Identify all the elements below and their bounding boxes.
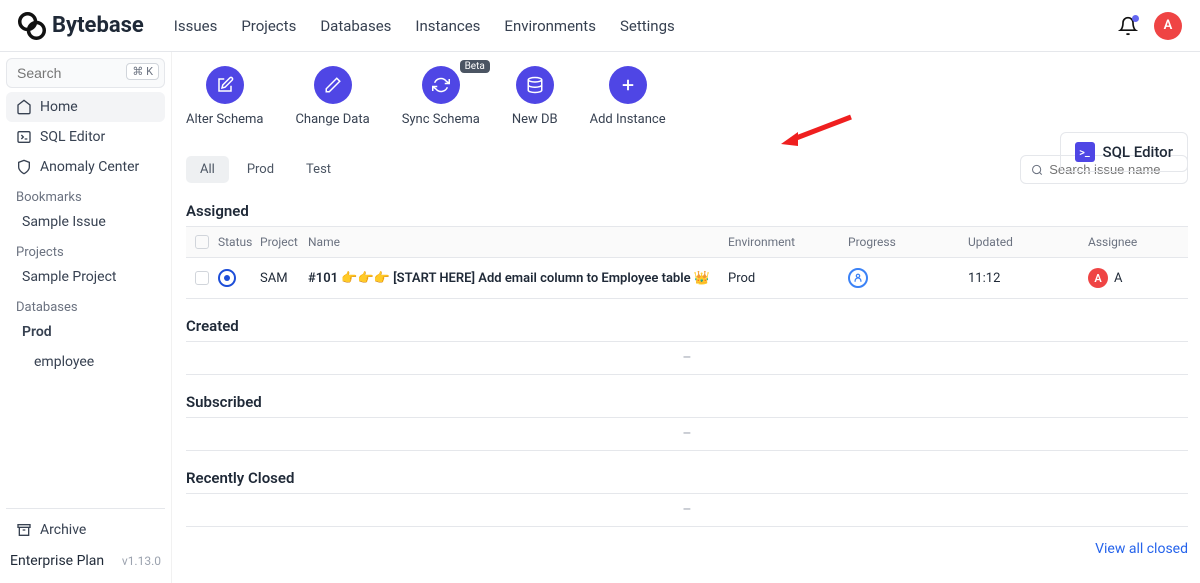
select-all-checkbox[interactable]	[195, 235, 209, 249]
sidebar-search[interactable]: ⌘ K	[6, 58, 165, 88]
user-avatar[interactable]: A	[1154, 12, 1182, 40]
sidebar: ⌘ K Home SQL Editor Anomaly Center Bookm…	[0, 52, 172, 583]
terminal-icon	[16, 129, 32, 145]
view-all-closed-link[interactable]: View all closed	[186, 541, 1188, 557]
progress-icon	[848, 268, 868, 288]
action-add-instance[interactable]: Add Instance	[590, 66, 666, 127]
tab-prod[interactable]: Prod	[233, 156, 288, 183]
row-project: SAM	[260, 271, 308, 286]
nav-databases[interactable]: Databases	[320, 17, 391, 35]
filter-row: All Prod Test	[186, 155, 1188, 184]
top-nav: Issues Projects Databases Instances Envi…	[174, 17, 675, 35]
sidebar-item-label: Anomaly Center	[40, 159, 139, 175]
sidebar-item-home[interactable]: Home	[6, 92, 165, 122]
tab-all[interactable]: All	[186, 156, 229, 183]
section-created-title: Created	[186, 317, 1188, 335]
nav-issues[interactable]: Issues	[174, 17, 218, 35]
status-open-icon	[218, 269, 236, 287]
row-assignee: A A	[1088, 268, 1188, 288]
col-name: Name	[308, 235, 728, 249]
sql-editor-button[interactable]: >_ SQL Editor	[1060, 132, 1189, 172]
action-change-data[interactable]: Change Data	[295, 66, 369, 127]
beta-badge: Beta	[460, 60, 490, 73]
version-label: v1.13.0	[122, 554, 161, 568]
app-header: Bytebase Issues Projects Databases Insta…	[0, 0, 1200, 52]
action-new-db[interactable]: New DB	[512, 66, 558, 127]
sidebar-item-bookmark[interactable]: Sample Issue	[6, 207, 165, 237]
quick-actions: Alter Schema Change Data Beta Sync Schem…	[186, 66, 1188, 127]
sidebar-item-label: Archive	[40, 522, 86, 538]
empty-row: –	[186, 417, 1188, 451]
empty-row: –	[186, 493, 1188, 527]
search-icon	[1031, 163, 1043, 177]
brand-name: Bytebase	[52, 13, 144, 38]
col-environment: Environment	[728, 235, 848, 249]
sidebar-item-database[interactable]: employee	[6, 347, 165, 377]
empty-row: –	[186, 341, 1188, 375]
terminal-icon: >_	[1075, 142, 1095, 162]
sidebar-item-sql-editor[interactable]: SQL Editor	[6, 122, 165, 152]
edit-icon	[216, 76, 234, 94]
archive-icon	[16, 522, 32, 538]
sidebar-item-archive[interactable]: Archive	[6, 515, 165, 545]
col-assignee: Assignee	[1088, 235, 1188, 249]
row-environment: Prod	[728, 271, 848, 286]
sidebar-label-bookmarks: Bookmarks	[6, 182, 165, 207]
sidebar-label-projects: Projects	[6, 237, 165, 262]
nav-projects[interactable]: Projects	[241, 17, 296, 35]
section-subscribed-title: Subscribed	[186, 393, 1188, 411]
sidebar-item-label: SQL Editor	[40, 129, 105, 145]
sync-icon	[432, 76, 450, 94]
sidebar-item-label: Home	[40, 99, 78, 115]
row-updated: 11:12	[968, 271, 1088, 286]
col-project: Project	[260, 235, 308, 249]
table-header: Status Project Name Environment Progress…	[186, 226, 1188, 258]
nav-settings[interactable]: Settings	[620, 17, 675, 35]
sidebar-item-database-env[interactable]: Prod	[6, 317, 165, 347]
search-shortcut: ⌘ K	[126, 63, 159, 80]
sidebar-label-databases: Databases	[6, 292, 165, 317]
bytebase-logo-icon	[18, 12, 46, 40]
col-updated: Updated	[968, 235, 1088, 249]
row-checkbox[interactable]	[195, 271, 209, 285]
home-icon	[16, 99, 32, 115]
col-progress: Progress	[848, 235, 968, 249]
sidebar-item-project[interactable]: Sample Project	[6, 262, 165, 292]
section-recently-closed-title: Recently Closed	[186, 469, 1188, 487]
tab-test[interactable]: Test	[292, 156, 345, 183]
brand-logo[interactable]: Bytebase	[18, 12, 144, 40]
plan-name: Enterprise Plan	[10, 553, 104, 569]
plus-icon	[619, 76, 637, 94]
database-icon	[526, 76, 544, 94]
nav-environments[interactable]: Environments	[504, 17, 596, 35]
section-assigned-title: Assigned	[186, 202, 1188, 220]
nav-instances[interactable]: Instances	[415, 17, 480, 35]
notifications-button[interactable]	[1118, 16, 1138, 36]
table-row[interactable]: SAM #101 👉👉👉 [START HERE] Add email colu…	[186, 258, 1188, 299]
pencil-icon	[324, 76, 342, 94]
notification-dot	[1132, 15, 1139, 22]
row-issue-name: #101 👉👉👉 [START HERE] Add email column t…	[308, 271, 728, 286]
sidebar-item-anomaly-center[interactable]: Anomaly Center	[6, 152, 165, 182]
action-sync-schema[interactable]: Beta Sync Schema	[402, 66, 480, 127]
col-status: Status	[218, 235, 260, 249]
shield-icon	[16, 159, 32, 175]
assignee-avatar: A	[1088, 268, 1108, 288]
action-alter-schema[interactable]: Alter Schema	[186, 66, 263, 127]
plan-info: Enterprise Plan v1.13.0	[6, 545, 165, 577]
main-content: Alter Schema Change Data Beta Sync Schem…	[172, 52, 1200, 583]
